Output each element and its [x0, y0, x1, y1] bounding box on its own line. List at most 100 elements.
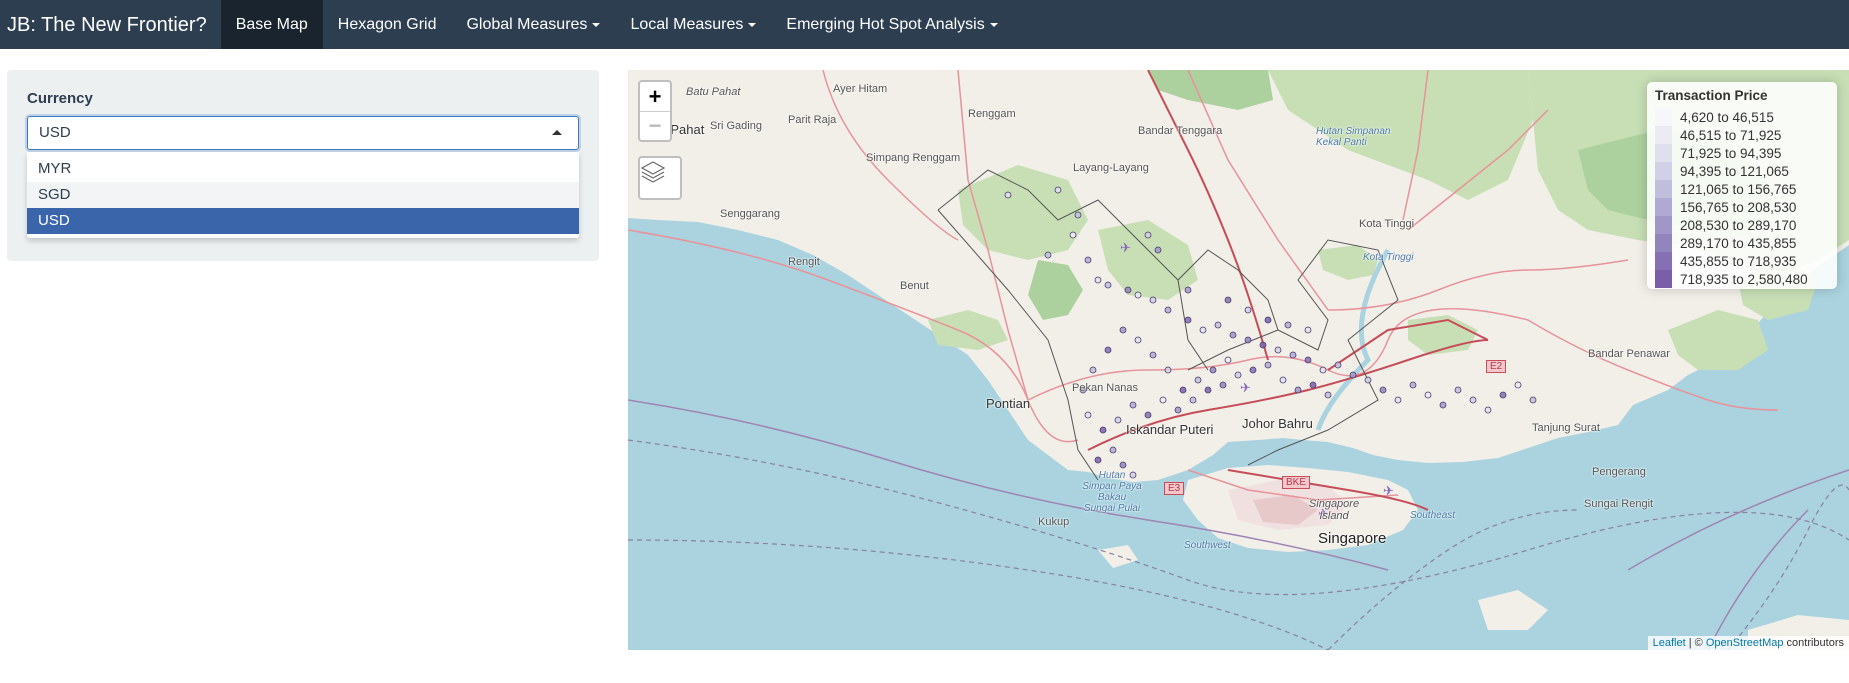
map-attribution: Leaflet | © OpenStreetMap contributors — [1647, 636, 1849, 650]
legend-label: 4,620 to 46,515 — [1680, 109, 1774, 125]
place-label: Bandar Tenggara — [1138, 125, 1223, 137]
sidebar-panel: Currency USD MYR SGD USD — [7, 70, 599, 261]
legend-swatch — [1655, 162, 1672, 180]
highway-shield: E2 — [1486, 360, 1507, 373]
place-label: Pontian — [986, 396, 1031, 411]
tab-label: Base Map — [235, 15, 308, 33]
place-label: Sri Gading — [710, 120, 762, 132]
legend-swatch — [1655, 234, 1672, 252]
zoom-out-button[interactable]: − — [640, 111, 670, 140]
caret-down-icon — [592, 22, 601, 27]
legend-item: 4,620 to 46,515 — [1655, 108, 1829, 126]
currency-option-sgd[interactable]: SGD — [27, 182, 579, 208]
legend-swatch — [1655, 144, 1672, 162]
place-label: Pengerang — [1592, 466, 1646, 478]
legend-item: 718,935 to 2,580,480 — [1655, 270, 1829, 288]
place-label: Southeast — [1410, 510, 1456, 521]
place-label: Singapore Island — [1308, 498, 1360, 522]
navbar: JB: The New Frontier? Base Map Hexagon G… — [0, 0, 1849, 49]
place-label: Johor Bahru — [1242, 416, 1313, 431]
legend-label: 289,170 to 435,855 — [1680, 235, 1797, 251]
map-legend: Transaction Price 4,620 to 46,515 46,515 … — [1647, 82, 1837, 289]
layers-icon — [640, 161, 666, 183]
svg-text:✈: ✈ — [1383, 484, 1394, 499]
svg-text:✈: ✈ — [1120, 241, 1131, 256]
tab-label: Global Measures — [466, 15, 588, 33]
legend-label: 94,395 to 121,065 — [1680, 163, 1789, 179]
legend-item: 71,925 to 94,395 — [1655, 144, 1829, 162]
layers-control[interactable] — [638, 156, 682, 200]
place-label: Ayer Hitam — [833, 83, 888, 95]
place-label: Layang-Layang — [1073, 162, 1149, 174]
legend-swatch — [1655, 126, 1672, 144]
tab-local-measures[interactable]: Local Measures — [615, 0, 771, 49]
legend-label: 208,530 to 289,170 — [1680, 217, 1797, 233]
osm-link[interactable]: OpenStreetMap — [1706, 637, 1784, 649]
legend-item: 289,170 to 435,855 — [1655, 234, 1829, 252]
legend-swatch — [1655, 108, 1672, 126]
legend-label: 156,765 to 208,530 — [1680, 199, 1797, 215]
legend-label: 435,855 to 718,935 — [1680, 253, 1797, 269]
legend-swatch — [1655, 180, 1672, 198]
place-label: Pekan Nanas — [1072, 382, 1139, 394]
legend-item: 94,395 to 121,065 — [1655, 162, 1829, 180]
caret-down-icon — [989, 22, 998, 27]
map-view[interactable]: ✈ ✈ ✈ ✈ Batu Pahat Batu Pahat Sri Gading… — [628, 70, 1849, 650]
place-label: Batu Pahat — [686, 86, 741, 98]
place-label: Sungai Rengit — [1584, 498, 1654, 510]
place-label: Singapore — [1318, 530, 1387, 547]
place-label: Tanjung Surat — [1532, 422, 1600, 434]
svg-text:✈: ✈ — [1240, 381, 1251, 396]
place-label: Simpang Renggam — [866, 152, 961, 164]
place-label: Renggam — [968, 108, 1016, 120]
tab-global-measures[interactable]: Global Measures — [451, 0, 615, 49]
highway-shield: E3 — [1164, 482, 1185, 495]
tab-label: Local Measures — [630, 15, 744, 33]
place-label: Southwest — [1184, 540, 1231, 551]
legend-item: 46,515 to 71,925 — [1655, 126, 1829, 144]
legend-label: 121,065 to 156,765 — [1680, 181, 1797, 197]
caret-down-icon — [748, 22, 757, 27]
tab-hexagon-grid[interactable]: Hexagon Grid — [323, 0, 452, 49]
legend-swatch — [1655, 216, 1672, 234]
legend-item: 208,530 to 289,170 — [1655, 216, 1829, 234]
legend-swatch — [1655, 198, 1672, 216]
legend-swatch — [1655, 252, 1672, 270]
legend-label: 718,935 to 2,580,480 — [1680, 271, 1808, 287]
tab-label: Hexagon Grid — [337, 15, 437, 33]
tab-base-map[interactable]: Base Map — [220, 0, 323, 49]
attribution-suffix: contributors — [1783, 637, 1844, 649]
place-label: Kukup — [1038, 516, 1070, 528]
place-label: Rengit — [788, 256, 820, 268]
legend-rows: 4,620 to 46,515 46,515 to 71,925 71,925 to… — [1655, 108, 1829, 288]
legend-label: 71,925 to 94,395 — [1680, 145, 1782, 161]
place-label: Benut — [900, 280, 929, 292]
currency-label: Currency — [27, 90, 93, 107]
currency-option-usd[interactable]: USD — [27, 208, 579, 234]
zoom-in-button[interactable]: + — [640, 82, 670, 111]
legend-item: 435,855 to 718,935 — [1655, 252, 1829, 270]
attribution-separator: | © — [1685, 637, 1706, 649]
leaflet-link[interactable]: Leaflet — [1653, 637, 1686, 649]
place-label: Parit Raja — [788, 114, 837, 126]
place-label: Hutan Simpan Paya Bakau Sungai Pulai — [1082, 470, 1142, 514]
place-label: Hutan Simpanan Kekal Panti — [1316, 126, 1391, 148]
legend-item: 156,765 to 208,530 — [1655, 198, 1829, 216]
place-label: Kota Tinggi — [1363, 252, 1414, 263]
highway-shield: BKE — [1282, 476, 1311, 489]
zoom-control: + − — [638, 80, 672, 142]
chevron-up-icon — [552, 130, 562, 135]
place-label: Kota Tinggi — [1359, 218, 1415, 230]
place-label: Senggarang — [720, 208, 780, 220]
place-label: Bandar Penawar — [1588, 348, 1670, 360]
app-brand[interactable]: JB: The New Frontier? — [0, 0, 221, 49]
currency-select[interactable]: USD — [27, 116, 579, 150]
tab-label: Emerging Hot Spot Analysis — [786, 15, 985, 33]
legend-label: 46,515 to 71,925 — [1680, 127, 1782, 143]
legend-title: Transaction Price — [1655, 88, 1768, 103]
currency-select-value: USD — [39, 124, 71, 141]
currency-dropdown: MYR SGD USD — [27, 152, 579, 238]
currency-option-myr[interactable]: MYR — [27, 156, 579, 182]
tab-emerging-hot-spot[interactable]: Emerging Hot Spot Analysis — [771, 0, 1012, 49]
legend-swatch — [1655, 270, 1672, 288]
